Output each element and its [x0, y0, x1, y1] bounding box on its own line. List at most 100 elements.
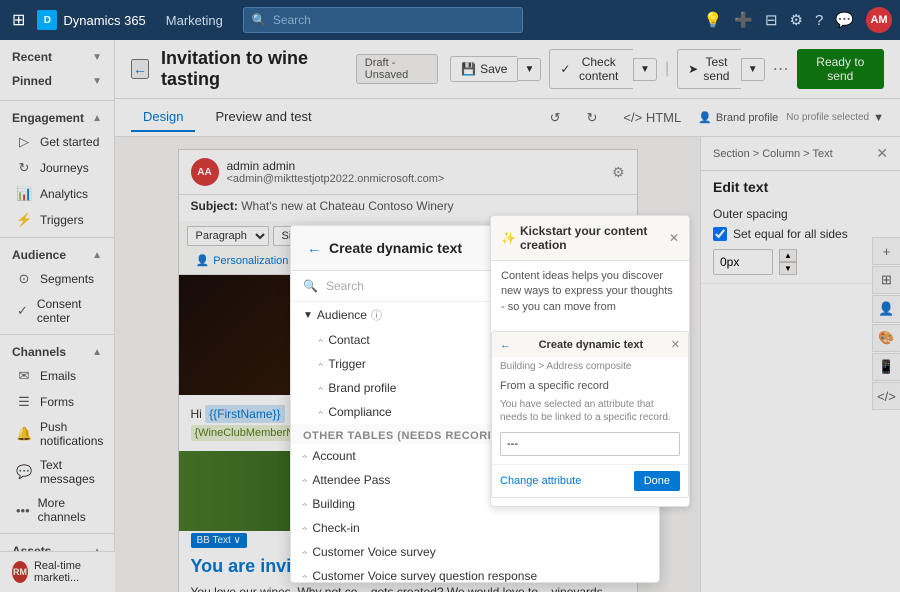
specific-record-input[interactable]: [500, 432, 680, 456]
check-content-button[interactable]: ✓ Check content: [549, 49, 633, 89]
customer-voice-question-item[interactable]: › Customer Voice survey question respons…: [291, 564, 659, 582]
push-icon: 🔔: [16, 426, 32, 442]
sidebar-pinned-header[interactable]: Pinned ▼: [0, 68, 114, 92]
email-icon: ✉: [16, 368, 32, 384]
add-icon[interactable]: ➕: [734, 11, 753, 29]
customer-voice-survey-item[interactable]: › Customer Voice survey: [291, 540, 659, 564]
sidebar-item-get-started[interactable]: ▷ Get started: [0, 129, 114, 155]
test-send-dropdown[interactable]: ▼: [741, 58, 765, 81]
user-avatar[interactable]: AM: [866, 7, 892, 33]
style-button[interactable]: 🎨: [872, 324, 900, 352]
sidebar-audience-header[interactable]: Audience ▲: [0, 242, 114, 266]
more-options-icon[interactable]: ⋯: [773, 59, 789, 79]
html-edit-button[interactable]: </>: [872, 382, 900, 410]
paper-plane-icon: ➤: [688, 62, 698, 76]
feedback-icon[interactable]: 💬: [835, 11, 854, 29]
settings-icon[interactable]: ⚙: [612, 164, 625, 181]
sidebar-item-consent[interactable]: ✓ Consent center: [0, 292, 114, 330]
spacing-stepper[interactable]: ▲ ▼: [779, 249, 797, 275]
help-icon[interactable]: ?: [815, 12, 823, 29]
back-arrow-icon[interactable]: ←: [307, 240, 321, 256]
add-section-button[interactable]: +: [872, 237, 900, 265]
change-attribute-button[interactable]: Change attribute: [500, 471, 581, 491]
panel-close-button[interactable]: ✕: [876, 145, 888, 162]
search-input[interactable]: [273, 13, 514, 27]
personalization-button[interactable]: 👤 Personalization: [187, 251, 298, 270]
app-grid-icon[interactable]: ⊞: [8, 6, 29, 34]
nested-close-icon[interactable]: ✕: [671, 338, 680, 351]
mobile-button[interactable]: 📱: [872, 353, 900, 381]
kickstart-title: ✨ Kickstart your content creation: [501, 224, 669, 252]
kickstart-close-icon[interactable]: ✕: [669, 231, 679, 245]
filter-icon[interactable]: ⊟: [765, 11, 778, 29]
page-header-actions: 💾 Save ▼ ✓ Check content ▼ | ➤: [450, 49, 884, 89]
sidebar-item-push[interactable]: 🔔 Push notifications: [0, 415, 114, 453]
tab-design[interactable]: Design: [131, 103, 195, 132]
subject-label: Subject:: [191, 199, 238, 213]
journey-icon: ↻: [16, 160, 32, 176]
sidebar-item-forms[interactable]: ☰ Forms: [0, 389, 114, 415]
sidebar-item-text-messages[interactable]: 💬 Text messages: [0, 453, 114, 491]
kickstart-body: Content ideas helps you discover new way…: [491, 261, 689, 323]
search-icon: 🔍: [252, 13, 267, 27]
spacing-down-button[interactable]: ▼: [779, 262, 797, 275]
search-box[interactable]: 🔍: [243, 7, 523, 33]
sidebar: Recent ▼ Pinned ▼ Engagement ▲ ▷ Get sta…: [0, 40, 115, 592]
chevron-right-icon: ›: [299, 478, 310, 481]
sidebar-recent-header[interactable]: Recent ▼: [0, 44, 114, 68]
separator: |: [665, 60, 669, 78]
set-equal-checkbox[interactable]: [713, 227, 727, 241]
paragraph-select[interactable]: Paragraph: [187, 226, 269, 246]
sidebar-item-journeys[interactable]: ↻ Journeys: [0, 155, 114, 181]
sidebar-channels-header[interactable]: Channels ▲: [0, 339, 114, 363]
nested-back-icon[interactable]: ←: [500, 339, 511, 351]
form-icon: ☰: [16, 394, 32, 410]
kickstart-panel: ✨ Kickstart your content creation ✕ Cont…: [490, 215, 690, 507]
lightbulb-icon[interactable]: 💡: [704, 11, 723, 29]
sidebar-item-emails[interactable]: ✉ Emails: [0, 363, 114, 389]
invited-body: You love our wines. Why not co... gets c…: [191, 583, 625, 592]
save-button[interactable]: 💾 Save: [450, 56, 517, 82]
done-button[interactable]: Done: [634, 471, 680, 491]
search-icon: 🔍: [303, 279, 318, 293]
save-dropdown-button[interactable]: ▼: [517, 58, 541, 81]
test-send-button[interactable]: ➤ Test send: [677, 49, 741, 89]
sidebar-item-segments[interactable]: ⊙ Segments: [0, 266, 114, 292]
save-icon: 💾: [461, 62, 476, 76]
test-send-button-group: ➤ Test send ▼: [677, 49, 765, 89]
spacing-input[interactable]: [713, 249, 773, 275]
back-button[interactable]: ←: [131, 59, 149, 79]
ready-to-send-button[interactable]: Ready to send: [797, 49, 884, 89]
checkin-item[interactable]: › Check-in: [291, 516, 659, 540]
html-icon: </>: [623, 110, 642, 125]
spacing-up-button[interactable]: ▲: [779, 249, 797, 262]
check-content-button-group: ✓ Check content ▼: [549, 49, 657, 89]
chevron-right-icon: ›: [299, 574, 310, 577]
chevron-down-icon: ▼: [873, 112, 884, 124]
text-selection-indicator[interactable]: BB Text ∨: [191, 533, 247, 548]
sidebar-footer[interactable]: RM Real-time marketi...: [0, 551, 115, 592]
tab-preview[interactable]: Preview and test: [203, 103, 323, 132]
sidebar-item-more-channels[interactable]: ••• More channels: [0, 491, 114, 529]
sidebar-item-analytics[interactable]: 📊 Analytics: [0, 181, 114, 207]
outer-spacing-section: Outer spacing Set equal for all sides ▲ …: [701, 199, 900, 284]
redo-button[interactable]: ↻: [577, 105, 606, 131]
analytics-icon: 📊: [16, 186, 32, 202]
layout-button[interactable]: ⊞: [872, 266, 900, 294]
person-button[interactable]: 👤: [872, 295, 900, 323]
settings-icon[interactable]: ⚙: [790, 11, 803, 29]
chevron-right-icon: ›: [315, 362, 326, 365]
person-icon: 👤: [196, 254, 210, 267]
panel-title: Edit text: [701, 171, 900, 199]
page-header: ← Invitation to wine tasting Draft - Uns…: [115, 40, 900, 99]
trigger-icon: ⚡: [16, 212, 32, 228]
check-content-dropdown[interactable]: ▼: [633, 58, 657, 81]
undo-button[interactable]: ↺: [541, 105, 570, 131]
app-name: Dynamics 365: [63, 13, 145, 28]
sender-avatar: AA: [191, 158, 219, 186]
sidebar-item-triggers[interactable]: ⚡ Triggers: [0, 207, 114, 233]
sidebar-engagement-header[interactable]: Engagement ▲: [0, 105, 114, 129]
chevron-right-icon: ›: [299, 454, 310, 457]
html-button[interactable]: </> HTML: [614, 105, 690, 130]
module-name: Marketing: [154, 13, 235, 28]
